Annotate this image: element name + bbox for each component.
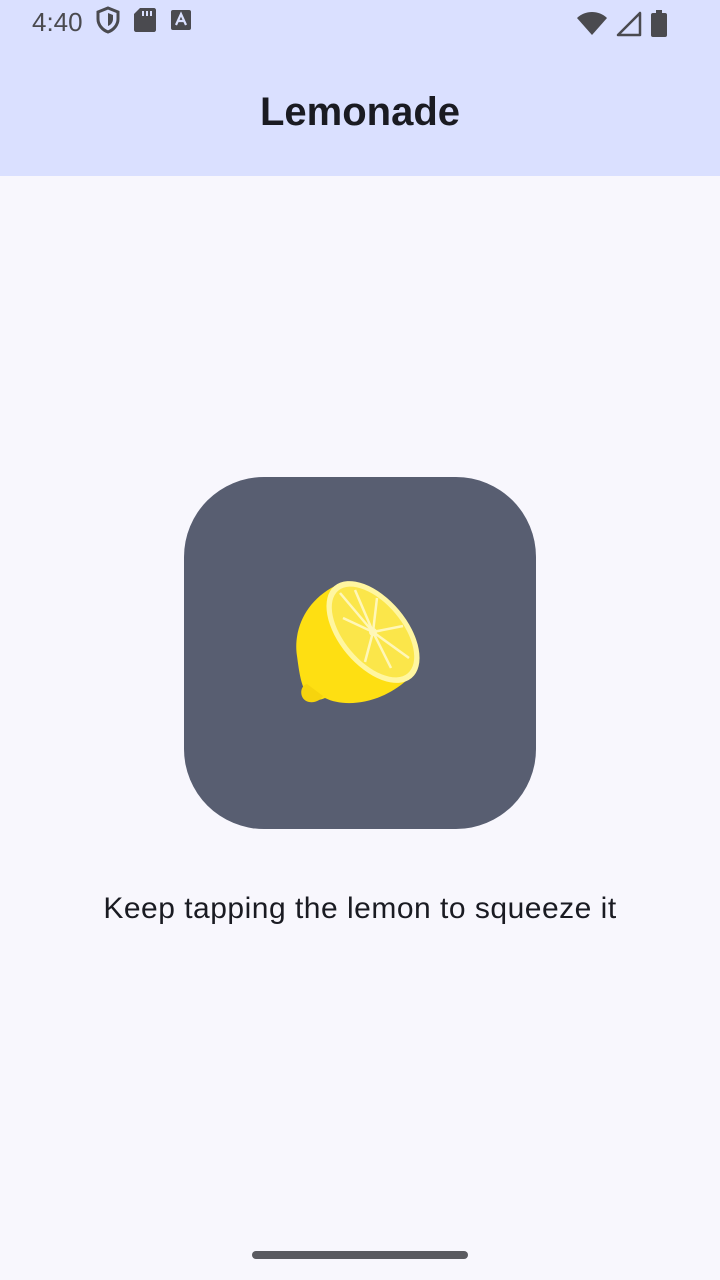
- status-bar-left: 4:40: [32, 6, 193, 38]
- lemon-squeeze-icon: [285, 576, 435, 730]
- sd-card-icon: [133, 7, 157, 37]
- wifi-icon: [576, 11, 608, 41]
- battery-icon: [650, 10, 668, 42]
- screen: Lemonade 4:40 Keep tapping the lemon to …: [0, 0, 720, 1280]
- app-title: Lemonade: [259, 90, 461, 134]
- cell-signal-icon: [616, 11, 642, 41]
- keyboard-a-icon: [169, 8, 193, 36]
- lemon-image-button[interactable]: [184, 477, 536, 829]
- status-time: 4:40: [32, 6, 83, 37]
- shield-icon: [95, 6, 121, 38]
- home-indicator[interactable]: [252, 1251, 468, 1259]
- status-bar: 4:40: [0, 0, 720, 48]
- status-bar-right: [576, 10, 668, 42]
- instruction-text: Keep tapping the lemon to squeeze it: [103, 892, 617, 925]
